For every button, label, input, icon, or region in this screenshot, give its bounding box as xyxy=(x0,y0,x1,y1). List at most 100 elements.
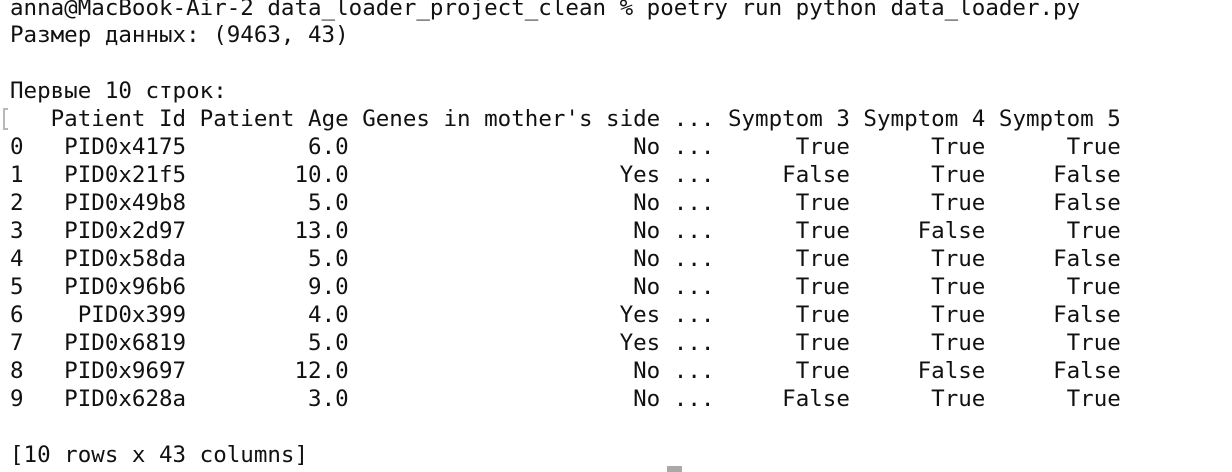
ellipsis-cell: ... xyxy=(660,386,715,412)
column-header-patient-age: Patient Age xyxy=(186,106,349,132)
symptom-4-cell: True xyxy=(849,246,986,272)
patient-id-cell: PID0x49b8 xyxy=(37,190,187,216)
symptom-5-cell: False xyxy=(985,358,1121,384)
table-row: 8 PID0x9697 12.0 No ... True False False xyxy=(10,357,1121,385)
genes-mother-cell: No xyxy=(348,246,661,272)
symptom-3-cell: True xyxy=(714,190,850,216)
first-rows-heading: Первые 10 строк: xyxy=(10,78,227,104)
ellipsis-cell: ... xyxy=(660,162,715,188)
column-header-symptom-4: Symptom 4 xyxy=(849,106,986,132)
table-summary: [10 rows x 43 columns] xyxy=(10,442,309,468)
patient-age-cell: 3.0 xyxy=(186,386,349,412)
genes-mother-cell: No xyxy=(348,190,661,216)
ellipsis-cell: ... xyxy=(660,330,715,356)
column-header-ellipsis: ... xyxy=(660,106,715,132)
column-header-genes-mother: Genes in mother's side xyxy=(348,106,661,132)
row-index-cell: 0 xyxy=(10,134,38,160)
symptom-5-cell: True xyxy=(985,134,1121,160)
symptom-4-cell: True xyxy=(849,274,986,300)
terminal-window[interactable]: anna@MacBook-Air-2 data_loader_project_c… xyxy=(0,0,1232,472)
ellipsis-cell: ... xyxy=(660,358,715,384)
symptom-5-cell: False xyxy=(985,302,1121,328)
symptom-4-cell: True xyxy=(849,330,986,356)
symptom-4-cell: True xyxy=(849,162,986,188)
genes-mother-cell: No xyxy=(348,134,661,160)
row-index-cell: 7 xyxy=(10,330,38,356)
genes-mother-cell: Yes xyxy=(348,302,661,328)
symptom-5-cell: True xyxy=(985,218,1121,244)
symptom-5-cell: True xyxy=(985,274,1121,300)
symptom-4-cell: True xyxy=(849,134,986,160)
patient-id-cell: PID0x6819 xyxy=(37,330,187,356)
symptom-4-cell: False xyxy=(849,358,986,384)
table-row: 6 PID0x399 4.0 Yes ... True True False xyxy=(10,301,1121,329)
patient-id-cell: PID0x399 xyxy=(37,302,187,328)
patient-age-cell: 6.0 xyxy=(186,134,349,160)
patient-age-cell: 9.0 xyxy=(186,274,349,300)
symptom-3-cell: False xyxy=(714,162,850,188)
row-index-cell: 6 xyxy=(10,302,38,328)
symptom-5-cell: False xyxy=(985,190,1121,216)
patient-age-cell: 4.0 xyxy=(186,302,349,328)
row-index-cell: 9 xyxy=(10,386,38,412)
table-row: 4 PID0x58da 5.0 No ... True True False xyxy=(10,245,1121,273)
ellipsis-cell: ... xyxy=(660,246,715,272)
symptom-4-cell: False xyxy=(849,218,986,244)
genes-mother-cell: Yes xyxy=(348,162,661,188)
table-row: 2 PID0x49b8 5.0 No ... True True False xyxy=(10,189,1121,217)
symptom-5-cell: True xyxy=(985,386,1121,412)
row-index-cell: 3 xyxy=(10,218,38,244)
symptom-3-cell: True xyxy=(714,134,850,160)
symptom-4-cell: True xyxy=(849,302,986,328)
table-header-row: Patient Id Patient Age Genes in mother's… xyxy=(10,105,1121,133)
symptom-5-cell: False xyxy=(985,246,1121,272)
ellipsis-cell: ... xyxy=(660,302,715,328)
ellipsis-cell: ... xyxy=(660,274,715,300)
row-index-cell: 1 xyxy=(10,162,38,188)
row-index-cell: 5 xyxy=(10,274,38,300)
row-index-cell: 2 xyxy=(10,190,38,216)
patient-id-cell: PID0x21f5 xyxy=(37,162,187,188)
column-header-symptom-5: Symptom 5 xyxy=(985,106,1121,132)
table-row: 1 PID0x21f5 10.0 Yes ... False True Fals… xyxy=(10,161,1121,189)
patient-age-cell: 10.0 xyxy=(186,162,349,188)
table-row: 7 PID0x6819 5.0 Yes ... True True True xyxy=(10,329,1121,357)
data-size-line: Размер данных: (9463, 43) xyxy=(10,22,349,48)
symptom-3-cell: True xyxy=(714,358,850,384)
table-row: 3 PID0x2d97 13.0 No ... True False True xyxy=(10,217,1121,245)
table-row: 9 PID0x628a 3.0 No ... False True True xyxy=(10,385,1121,413)
table-row: 5 PID0x96b6 9.0 No ... True True True xyxy=(10,273,1121,301)
symptom-5-cell: True xyxy=(985,330,1121,356)
patient-age-cell: 5.0 xyxy=(186,246,349,272)
patient-age-cell: 5.0 xyxy=(186,330,349,356)
row-index-cell: 4 xyxy=(10,246,38,272)
patient-id-cell: PID0x58da xyxy=(37,246,187,272)
ellipsis-cell: ... xyxy=(660,218,715,244)
genes-mother-cell: No xyxy=(348,274,661,300)
patient-id-cell: PID0x4175 xyxy=(37,134,187,160)
patient-id-cell: PID0x96b6 xyxy=(37,274,187,300)
ellipsis-cell: ... xyxy=(660,134,715,160)
symptom-4-cell: True xyxy=(849,386,986,412)
symptom-4-cell: True xyxy=(849,190,986,216)
cursor-icon xyxy=(667,466,682,472)
symptom-5-cell: False xyxy=(985,162,1121,188)
symptom-3-cell: True xyxy=(714,330,850,356)
table-row: 0 PID0x4175 6.0 No ... True True True xyxy=(10,133,1121,161)
patient-age-cell: 12.0 xyxy=(186,358,349,384)
genes-mother-cell: Yes xyxy=(348,330,661,356)
genes-mother-cell: No xyxy=(348,218,661,244)
symptom-3-cell: False xyxy=(714,386,850,412)
patient-age-cell: 13.0 xyxy=(186,218,349,244)
ellipsis-cell: ... xyxy=(660,190,715,216)
patient-id-cell: PID0x628a xyxy=(37,386,187,412)
patient-id-cell: PID0x2d97 xyxy=(37,218,187,244)
genes-mother-cell: No xyxy=(348,386,661,412)
symptom-3-cell: True xyxy=(714,218,850,244)
patient-age-cell: 5.0 xyxy=(186,190,349,216)
genes-mother-cell: No xyxy=(348,358,661,384)
bracket-marker-icon xyxy=(3,108,8,130)
patient-id-cell: PID0x9697 xyxy=(37,358,187,384)
column-header-symptom-3: Symptom 3 xyxy=(714,106,850,132)
prompt-line: anna@MacBook-Air-2 data_loader_project_c… xyxy=(10,0,1081,21)
